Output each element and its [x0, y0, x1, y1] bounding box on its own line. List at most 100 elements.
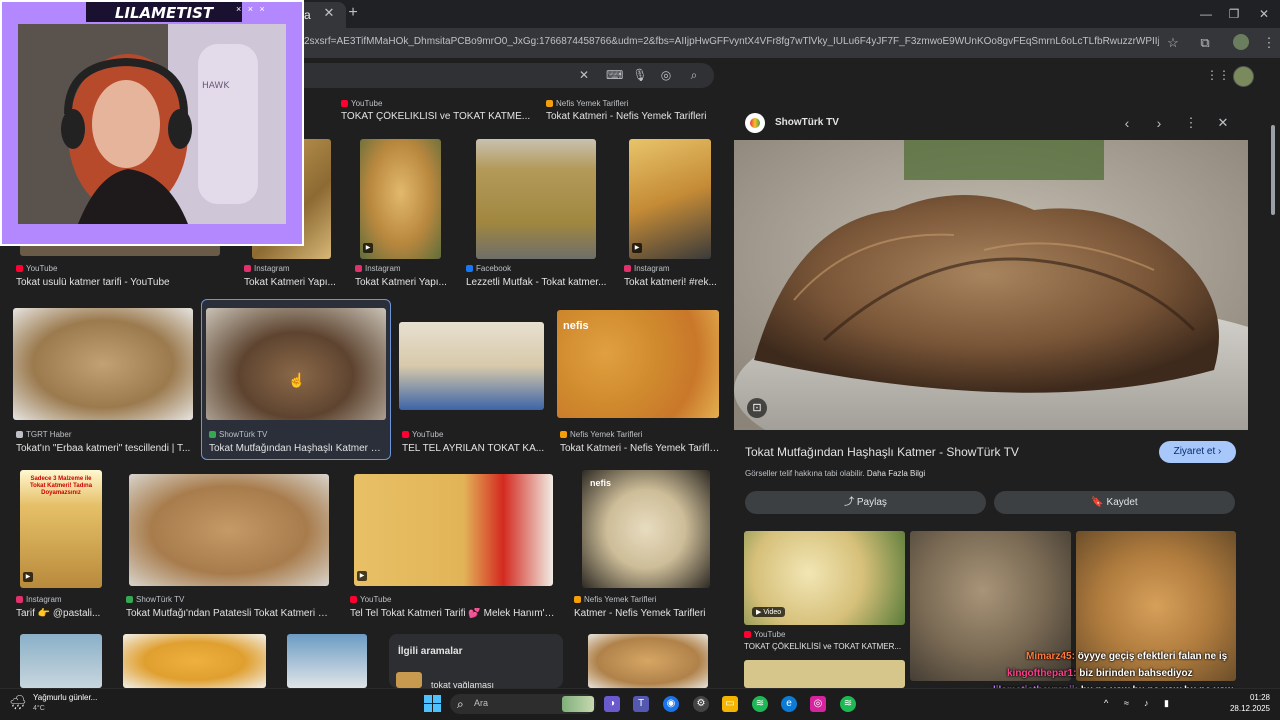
related-image[interactable]: [744, 660, 905, 688]
weather-icon[interactable]: 🌧: [8, 694, 28, 714]
learn-more-link[interactable]: Daha Fazla Bilgi: [867, 469, 925, 478]
volume-icon[interactable]: ♪: [1144, 698, 1158, 710]
result-title[interactable]: Tokat Mutfağından Haşhaşlı Katmer - ...: [209, 443, 384, 454]
result-thumbnail[interactable]: nefis: [582, 470, 710, 588]
tray-chevron-icon[interactable]: ^: [1104, 698, 1116, 710]
menu-kebab-icon[interactable]: ⋮: [1260, 34, 1278, 52]
share-icon: ⤴: [844, 497, 855, 508]
search-icon[interactable]: ⌕: [686, 67, 702, 83]
account-avatar[interactable]: [1233, 66, 1254, 87]
spotify-icon[interactable]: ≋: [752, 696, 768, 712]
play-icon: ▶: [357, 571, 367, 581]
result-source: Facebook: [466, 264, 611, 273]
url-field[interactable]: 2sxsrf=AE3TifMMaHOk_DhmsitaPCBo9mrO0_JxG…: [304, 36, 1159, 50]
result-thumbnail[interactable]: [129, 474, 329, 586]
windows-start-icon[interactable]: [424, 695, 442, 713]
result-title[interactable]: Tel Tel Tokat Katmeri Tarifi 💕 Melek Han…: [350, 608, 555, 619]
result-thumbnail[interactable]: ▶: [354, 474, 553, 586]
lens-icon[interactable]: ◎: [658, 67, 674, 83]
teams-icon[interactable]: T: [633, 696, 649, 712]
maximize-icon[interactable]: ❐: [1226, 6, 1242, 22]
preview-image[interactable]: [734, 140, 1248, 430]
bookmark-star-icon[interactable]: ☆: [1164, 34, 1182, 52]
result-thumbnail[interactable]: Sadece 3 Malzeme ile Tokat Katmeri! Tadı…: [20, 470, 102, 588]
site-favicon: [745, 113, 765, 133]
visit-button[interactable]: Ziyaret et ›: [1159, 441, 1236, 463]
result-title[interactable]: Tokat katmeri! #rek...: [624, 277, 719, 288]
new-tab-icon[interactable]: +: [346, 5, 360, 21]
clear-search-icon[interactable]: ✕: [576, 67, 592, 83]
instagram-icon[interactable]: ◎: [810, 696, 826, 712]
tab-close-icon[interactable]: ✕: [322, 6, 336, 20]
result-thumbnail[interactable]: [123, 634, 266, 688]
result-title[interactable]: Tokat'ın "Erbaa katmeri" tescillendi | T…: [16, 443, 196, 454]
result-title[interactable]: TEL TEL AYRILAN TOKAT KA...: [402, 443, 547, 454]
result-title[interactable]: Tokat Katmeri - Nefis Yemek Tarifleri: [560, 443, 720, 454]
play-icon: ▶: [363, 243, 373, 253]
more-options-icon[interactable]: ⋮: [1183, 115, 1199, 131]
thumbnail-overlay-text: Sadece 3 Malzeme ile Tokat Katmeri! Tadı…: [29, 476, 93, 496]
result-thumbnail[interactable]: [13, 308, 193, 420]
microphone-icon[interactable]: 🎙: [632, 67, 648, 83]
result-title[interactable]: Katmer - Nefis Yemek Tarifleri: [574, 608, 724, 619]
related-title[interactable]: TOKAT ÇÖKELİKLİSİ ve TOKAT KATMER...: [744, 642, 904, 651]
related-search-thumbnail[interactable]: [396, 672, 422, 688]
result-title[interactable]: Tarif 👉 @pastali...: [16, 608, 106, 619]
panel-title[interactable]: Tokat Mutfağından Haşhaşlı Katmer - Show…: [745, 445, 1145, 461]
result-source: Instagram: [624, 264, 719, 273]
weather-title[interactable]: Yağmurlu günler...: [33, 693, 113, 702]
settings-gear-icon[interactable]: ⚙: [693, 696, 709, 712]
streamer-name: LILAMETIST: [114, 4, 214, 22]
spotify-icon[interactable]: ≋: [840, 696, 856, 712]
share-button[interactable]: ⤴ Paylaş: [745, 491, 986, 514]
minimize-icon[interactable]: —: [1198, 6, 1214, 22]
taskbar-search-placeholder: Ara: [474, 698, 489, 708]
result-title[interactable]: Tokat Mutfağı'ndan Patatesli Tokat Katme…: [126, 608, 331, 619]
clock-date[interactable]: 28.12.2025: [1218, 704, 1270, 713]
lens-search-icon[interactable]: ⊡: [747, 398, 767, 418]
result-thumbnail[interactable]: [399, 322, 544, 410]
close-window-icon[interactable]: ✕: [1256, 6, 1272, 22]
result-thumbnail[interactable]: [20, 634, 102, 688]
keyboard-icon[interactable]: ⌨: [606, 67, 623, 83]
weather-temp: 4°C: [33, 705, 45, 712]
result-title[interactable]: Tokat usulü katmer tarifi - YouTube: [16, 277, 216, 288]
save-button[interactable]: 🔖 Kaydet: [994, 491, 1235, 514]
result-thumbnail[interactable]: [287, 634, 367, 688]
result-title[interactable]: Tokat Katmeri Yapı...: [355, 277, 450, 288]
extensions-icon[interactable]: ⧉: [1196, 34, 1214, 52]
scrollbar[interactable]: [1270, 100, 1276, 680]
edge-icon[interactable]: e: [781, 696, 797, 712]
next-icon[interactable]: ›: [1151, 115, 1167, 131]
related-image[interactable]: ▶ Video: [744, 531, 905, 625]
battery-icon[interactable]: ▮: [1164, 698, 1178, 710]
result-title[interactable]: Tokat Katmeri - Nefis Yemek Tarifleri: [546, 111, 716, 122]
result-thumbnail[interactable]: [588, 634, 708, 688]
nefis-logo: nefis: [590, 478, 612, 488]
wifi-icon[interactable]: ≈: [1124, 698, 1138, 710]
result-title[interactable]: Tokat Katmeri Yapı...: [244, 277, 339, 288]
chat-message: kingofthepar1: biz birinden bahsediyoz: [1007, 668, 1193, 679]
file-explorer-icon[interactable]: ▭: [722, 696, 738, 712]
result-title[interactable]: Lezzetli Mutfak - Tokat katmer...: [466, 277, 611, 288]
result-title[interactable]: TOKAT ÇÖKELİKLİSİ ve TOKAT KATME...: [341, 111, 531, 122]
result-source: Instagram: [355, 264, 450, 273]
result-thumbnail[interactable]: [476, 139, 596, 259]
result-thumbnail[interactable]: ▶: [360, 139, 441, 259]
result-source: YouTube: [350, 595, 555, 604]
result-source: Instagram: [16, 595, 116, 604]
result-thumbnail[interactable]: [206, 308, 386, 420]
apps-grid-icon[interactable]: ⋮⋮: [1206, 68, 1230, 82]
panel-site-name[interactable]: ShowTürk TV: [775, 117, 975, 128]
search-input[interactable]: [300, 63, 714, 88]
result-thumbnail[interactable]: ▶: [629, 139, 711, 259]
close-panel-icon[interactable]: ✕: [1215, 115, 1231, 131]
mouse-cursor: ☝: [288, 372, 306, 388]
webcam-video: HAWK: [18, 24, 286, 224]
result-thumbnail[interactable]: nefis: [557, 310, 719, 418]
previous-icon[interactable]: ‹: [1119, 115, 1135, 131]
copilot-icon[interactable]: ◑: [604, 696, 620, 712]
clock-time[interactable]: 01:28: [1218, 693, 1270, 702]
chrome-icon[interactable]: ◉: [663, 696, 679, 712]
profile-avatar[interactable]: [1232, 34, 1250, 52]
